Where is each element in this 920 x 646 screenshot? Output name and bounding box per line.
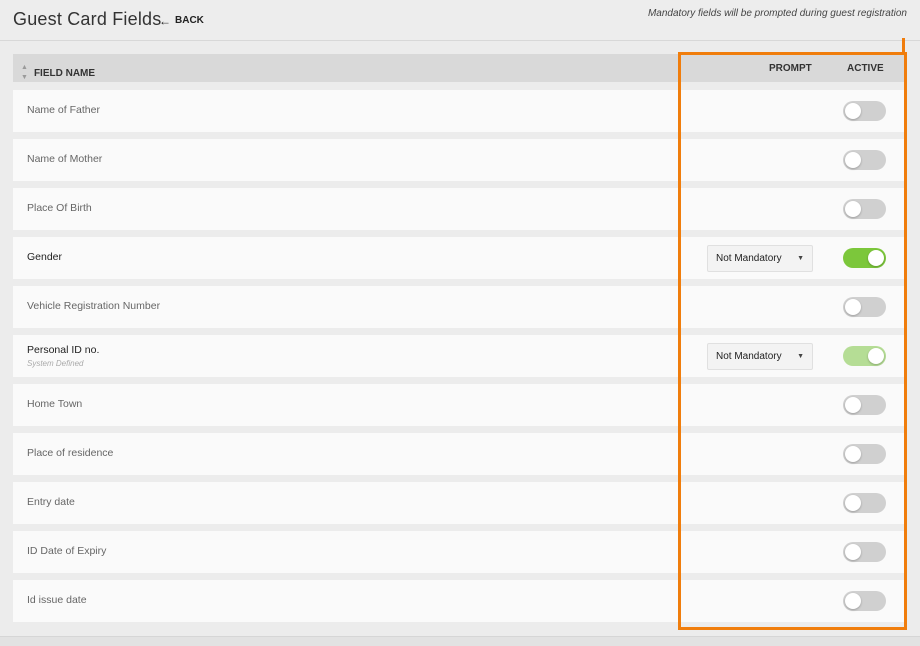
- toggle-knob: [845, 152, 861, 168]
- active-toggle[interactable]: [843, 248, 886, 268]
- field-name-label: Entry date: [27, 496, 75, 508]
- toggle-knob: [845, 593, 861, 609]
- active-toggle[interactable]: [843, 493, 886, 513]
- table-row: Vehicle Registration Number: [13, 286, 907, 328]
- active-toggle[interactable]: [843, 591, 886, 611]
- toggle-knob: [845, 299, 861, 315]
- table-header: ▲ ▼ FIELD NAME PROMPT ACTIVE: [13, 54, 907, 82]
- toggle-knob: [845, 201, 861, 217]
- arrow-left-icon: ←: [159, 13, 171, 28]
- toggle-knob: [845, 446, 861, 462]
- field-name-label: Name of Father: [27, 104, 100, 116]
- guest-card-fields-table: ▲ ▼ FIELD NAME PROMPT ACTIVE Name of Fath…: [13, 54, 907, 622]
- active-toggle[interactable]: [843, 346, 886, 366]
- table-row: Gender Not Mandatory ▼: [13, 237, 907, 279]
- active-toggle[interactable]: [843, 444, 886, 464]
- caret-down-icon: ▼: [797, 255, 804, 262]
- column-label-field-name: FIELD NAME: [33, 67, 96, 79]
- field-name-label: Place of residence: [27, 447, 114, 459]
- column-header-prompt: PROMPT: [769, 63, 812, 74]
- toggle-knob: [868, 250, 884, 266]
- prompt-select[interactable]: Not Mandatory ▼: [707, 343, 813, 370]
- back-label: BACK: [175, 15, 204, 26]
- back-button[interactable]: ← BACK: [159, 13, 204, 28]
- table-row: Home Town: [13, 384, 907, 426]
- mandatory-note: Mandatory fields will be prompted during…: [647, 8, 907, 19]
- sort-icon: ▲ ▼: [21, 64, 28, 81]
- field-name-label: Name of Mother: [27, 153, 103, 165]
- active-toggle[interactable]: [843, 199, 886, 219]
- table-row: Personal ID no. System Defined Not Mandato…: [13, 335, 907, 377]
- page-title: Guest Card Fields: [13, 9, 162, 29]
- field-name-label: Personal ID no.: [27, 344, 100, 356]
- prompt-select[interactable]: Not Mandatory ▼: [707, 245, 813, 272]
- table-row: Place Of Birth: [13, 188, 907, 230]
- toggle-knob: [845, 397, 861, 413]
- active-toggle[interactable]: [843, 101, 886, 121]
- field-name-label: Vehicle Registration Number: [27, 300, 161, 312]
- table-row: Id issue date: [13, 580, 907, 622]
- column-header-active: ACTIVE: [847, 63, 884, 74]
- field-sublabel: System Defined: [27, 359, 84, 368]
- table-row: Name of Mother: [13, 139, 907, 181]
- field-name-label: Id issue date: [27, 594, 87, 606]
- table-row: Name of Father: [13, 90, 907, 132]
- active-toggle[interactable]: [843, 395, 886, 415]
- bottom-bar: [0, 636, 920, 646]
- column-header-field-name[interactable]: ▲ ▼ FIELD NAME: [21, 63, 95, 83]
- toggle-knob: [845, 495, 861, 511]
- table-row: ID Date of Expiry: [13, 531, 907, 573]
- table-body: Name of Father Name of Mother Place Of Bir…: [13, 90, 907, 622]
- table-row: Place of residence: [13, 433, 907, 475]
- field-name-label: Home Town: [27, 398, 83, 410]
- page-header: Guest Card Fields ← BACK Mandatory field…: [0, 0, 920, 41]
- active-toggle[interactable]: [843, 297, 886, 317]
- toggle-knob: [845, 103, 861, 119]
- active-toggle[interactable]: [843, 150, 886, 170]
- table-row: Entry date: [13, 482, 907, 524]
- caret-down-icon: ▼: [797, 353, 804, 360]
- field-name-label: Place Of Birth: [27, 202, 92, 214]
- toggle-knob: [868, 348, 884, 364]
- prompt-select-value: Not Mandatory: [716, 253, 782, 264]
- field-name-label: ID Date of Expiry: [27, 545, 107, 557]
- prompt-select-value: Not Mandatory: [716, 351, 782, 362]
- field-name-label: Gender: [27, 251, 63, 263]
- active-toggle[interactable]: [843, 542, 886, 562]
- toggle-knob: [845, 544, 861, 560]
